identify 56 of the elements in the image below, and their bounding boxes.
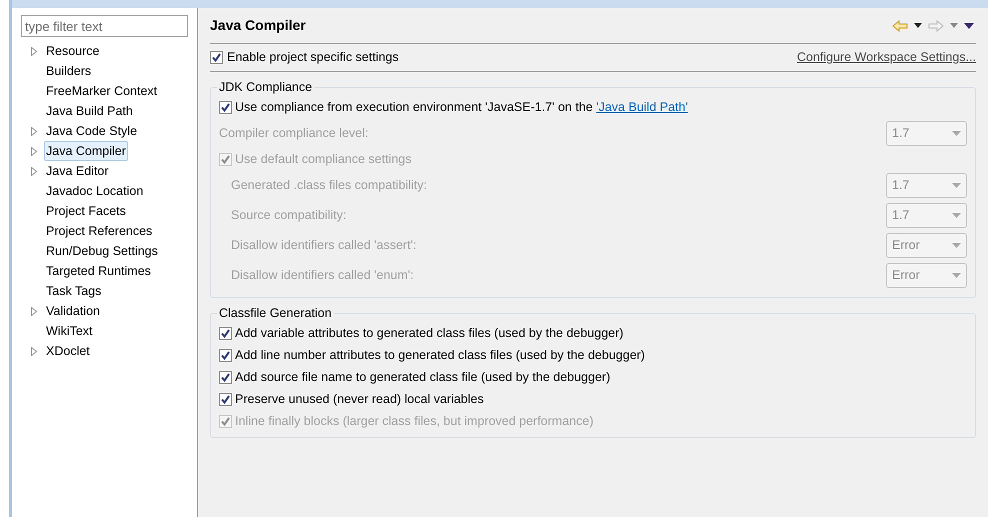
- checkbox[interactable]: [219, 349, 232, 362]
- page-title: Java Compiler: [210, 16, 306, 35]
- checkbox[interactable]: [210, 51, 223, 64]
- back-arrow-icon[interactable]: [892, 20, 908, 32]
- menu-caret-icon[interactable]: [964, 22, 974, 28]
- tree-item[interactable]: Java Code Style: [44, 120, 140, 142]
- forward-arrow-icon[interactable]: [928, 20, 944, 32]
- checkbox-label: Add source file name to generated class file (used by the debugger): [235, 369, 610, 386]
- filter-field[interactable]: type filter text: [21, 15, 188, 37]
- expand-arrow-icon[interactable]: [31, 346, 37, 356]
- tree-item[interactable]: Builders: [44, 60, 94, 82]
- field-label: Disallow identifiers called 'enum':: [231, 267, 414, 284]
- expand-arrow-icon[interactable]: [31, 146, 37, 156]
- tree-item[interactable]: Javadoc Location: [44, 180, 146, 202]
- tree-item[interactable]: FreeMarker Context: [44, 80, 160, 102]
- expand-arrow-icon[interactable]: [31, 166, 37, 176]
- checkbox-label: Inline finally blocks (larger class files, but improved performance): [235, 413, 594, 430]
- checkbox-label: Use default compliance settings: [235, 151, 412, 168]
- checkbox-label: Add variable attributes to generated class files (used by the debugger): [235, 325, 624, 342]
- tree-item[interactable]: Java Editor: [44, 160, 111, 182]
- tree-item[interactable]: Java Build Path: [44, 100, 135, 122]
- tree-item[interactable]: Project Facets: [44, 200, 128, 222]
- tree-item[interactable]: Task Tags: [44, 280, 104, 302]
- checkbox-label: Preserve unused (never read) local variables: [235, 391, 484, 408]
- tree-item[interactable]: Validation: [44, 300, 102, 322]
- field-label: Generated .class files compatibility:: [231, 177, 427, 194]
- caret-icon: [952, 213, 961, 218]
- tree-item[interactable]: Resource: [44, 40, 102, 62]
- caret-icon[interactable]: [914, 23, 922, 28]
- group-title: Classfile Generation: [218, 304, 333, 322]
- expand-arrow-icon[interactable]: [31, 46, 37, 56]
- checkbox[interactable]: [219, 327, 232, 340]
- checkbox[interactable]: [219, 371, 232, 384]
- caret-icon: [952, 273, 961, 278]
- expand-arrow-icon[interactable]: [31, 306, 37, 316]
- tree-item[interactable]: Run/Debug Settings: [44, 240, 160, 262]
- group-title: JDK Compliance: [218, 79, 314, 96]
- caret-icon: [952, 131, 961, 136]
- checkbox[interactable]: [219, 101, 232, 114]
- checkbox-label: Add line number attributes to generated class files (used by the debugger): [235, 347, 645, 364]
- checkbox-label: Use compliance from execution environment 'JavaSE-1.7' on the 'Java Build Path': [235, 99, 688, 116]
- workspace-settings-link[interactable]: Configure Workspace Settings...: [796, 48, 976, 67]
- build-path-link[interactable]: 'Java Build Path': [596, 100, 688, 114]
- field-label: Compiler compliance level:: [219, 125, 368, 142]
- expand-arrow-icon[interactable]: [31, 126, 37, 136]
- tree-item[interactable]: WikiText: [44, 320, 95, 342]
- tree-item[interactable]: XDoclet: [44, 340, 92, 362]
- caret-icon: [952, 183, 961, 188]
- tree-item[interactable]: Targeted Runtimes: [44, 260, 153, 282]
- tree-item[interactable]: Project References: [44, 220, 154, 242]
- field-label: Disallow identifiers called 'assert':: [231, 237, 416, 254]
- tree-item[interactable]: Java Compiler: [44, 140, 128, 162]
- caret-icon: [952, 243, 961, 248]
- field-label: Source compatibility:: [231, 207, 346, 224]
- checkbox-label: Enable project specific settings: [227, 49, 399, 66]
- checkbox[interactable]: [219, 393, 232, 406]
